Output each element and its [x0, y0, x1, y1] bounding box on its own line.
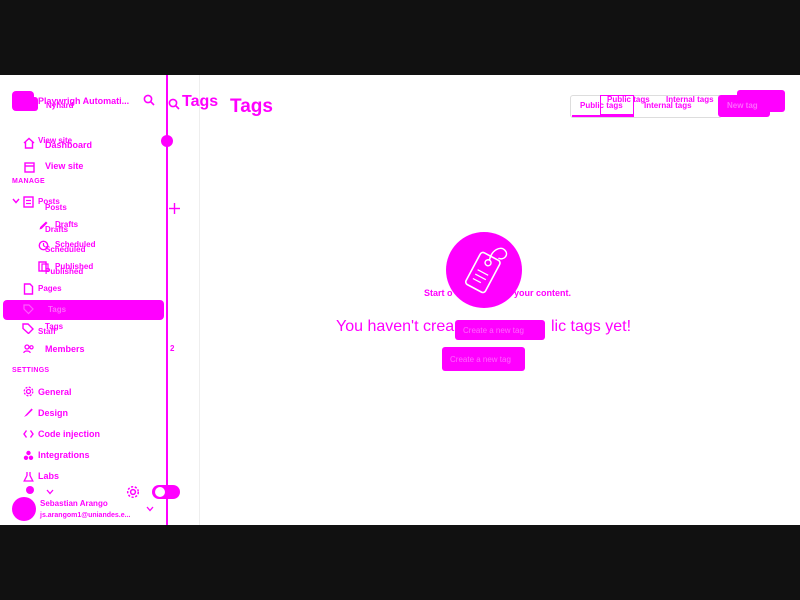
- members-icon: [23, 344, 35, 354]
- create-new-tag-button[interactable]: Create a new tag: [442, 347, 525, 371]
- tab-internal-tags-overlay: Internal tags: [666, 95, 714, 104]
- brush-icon: [23, 407, 34, 418]
- settings-heading: SETTINGS: [12, 367, 50, 374]
- avatar[interactable]: [12, 497, 36, 521]
- sidebar-item-posts-overlay: Posts: [45, 203, 67, 212]
- tag-illustration-icon: [464, 247, 508, 294]
- user-name[interactable]: Sebastian Arango: [40, 500, 108, 508]
- headline-create-tag-overlay: Create a new tag: [455, 320, 545, 340]
- code-icon: [23, 429, 34, 439]
- status-dot: [26, 486, 34, 494]
- sidebar-item-drafts[interactable]: Drafts: [45, 226, 68, 234]
- panel-search-icon[interactable]: [168, 98, 180, 110]
- settings-gear-icon[interactable]: [126, 485, 140, 499]
- sidebar-item-tags-active-label: Tags: [48, 305, 67, 314]
- sidebar-item-view-site[interactable]: View site: [45, 162, 83, 171]
- sidebar-item-design[interactable]: Design: [38, 409, 68, 418]
- tag-icon-active: [23, 304, 34, 315]
- user-menu-chevron-icon[interactable]: [146, 506, 154, 512]
- headline-create-tag-overlay-label: Create a new tag: [463, 326, 524, 335]
- sidebar-item-scheduled[interactable]: Scheduled: [45, 246, 85, 254]
- sidebar-item-integrations[interactable]: Integrations: [38, 451, 90, 460]
- gear-icon: [23, 386, 34, 397]
- staff-icon: [22, 323, 34, 334]
- toggle-knob: [155, 487, 165, 497]
- brand-overlay-label: Nyhard: [46, 101, 74, 110]
- manage-heading: MANAGE: [12, 178, 45, 185]
- sidebar-item-members[interactable]: Members: [45, 345, 85, 354]
- user-email: js.arangom1@uniandes.e...: [40, 512, 131, 519]
- posts-icon: [23, 196, 34, 208]
- chevron-down-icon-small[interactable]: [46, 489, 54, 495]
- pages-icon: [23, 283, 34, 295]
- window-icon: [24, 162, 35, 173]
- tab-overlay-frame: [600, 95, 634, 115]
- empty-state-headline-start: You haven't crea: [336, 318, 455, 335]
- chevron-down-icon[interactable]: [12, 198, 20, 204]
- empty-state-illustration: [446, 232, 522, 308]
- empty-state-subtitle-end: your content.: [514, 288, 572, 298]
- sidebar-item-code-injection[interactable]: Code injection: [38, 430, 100, 439]
- empty-state-headline-end: lic tags yet!: [551, 318, 632, 335]
- sidebar-item-pages[interactable]: Pages: [38, 285, 62, 293]
- app-window: Playwrigh Automati... Nyhard View site D…: [0, 75, 800, 525]
- sidebar-item-tags-active[interactable]: Tags: [3, 300, 164, 320]
- sidebar-item-labs[interactable]: Labs: [38, 472, 59, 481]
- secondary-panel: [168, 75, 200, 525]
- create-new-tag-button-label: Create a new tag: [450, 355, 511, 364]
- flask-icon: [23, 471, 34, 482]
- new-tag-button-label: New tag: [727, 101, 758, 110]
- integrations-icon: [23, 450, 34, 461]
- sidebar: Playwrigh Automati... Nyhard View site D…: [0, 75, 180, 525]
- page-title: Tags: [230, 96, 273, 117]
- plus-icon[interactable]: [168, 202, 181, 215]
- brand-logo-secondary: [24, 97, 38, 111]
- new-tag-button[interactable]: New tag: [718, 95, 770, 117]
- main-content: Tags Public tags Public tags Internal ta…: [200, 75, 800, 525]
- empty-state-subtitle-start: Start o: [424, 288, 453, 298]
- home-icon: [23, 137, 35, 149]
- sidebar-item-published[interactable]: Published: [45, 268, 83, 276]
- sidebar-item-general[interactable]: General: [38, 388, 72, 397]
- sidebar-item-dashboard[interactable]: Dashboard: [45, 141, 92, 150]
- sidebar-item-staff[interactable]: Staff: [38, 328, 56, 336]
- search-icon[interactable]: [143, 94, 155, 106]
